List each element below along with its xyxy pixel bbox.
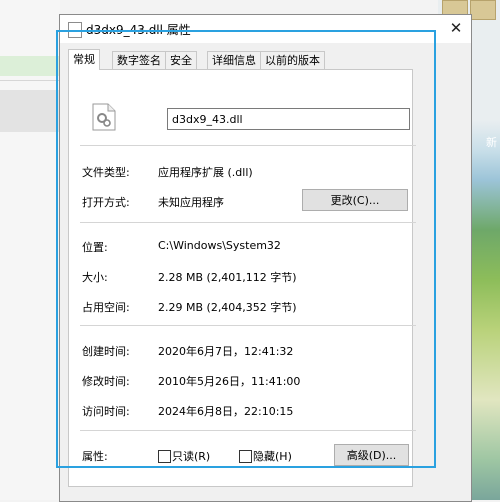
background-highlight <box>0 56 60 76</box>
tab-general[interactable]: 常规 <box>68 49 100 70</box>
window-title: d3dx9_43.dll 属性 <box>86 23 191 37</box>
file-type-value: 应用程序扩展 (.dll) <box>158 166 253 179</box>
divider <box>80 145 416 146</box>
modified-label: 修改时间: <box>82 375 130 388</box>
tab-digital-signatures[interactable]: 数字签名 <box>112 51 166 69</box>
tab-previous-versions[interactable]: 以前的版本 <box>260 51 325 69</box>
tab-security[interactable]: 安全 <box>165 51 197 69</box>
background-divider <box>0 80 60 81</box>
hidden-label[interactable]: 隐藏(H) <box>253 448 292 464</box>
accessed-label: 访问时间: <box>82 405 130 418</box>
change-button[interactable]: 更改(C)... <box>302 189 408 211</box>
divider <box>80 325 416 326</box>
file-type-label: 文件类型: <box>82 166 130 179</box>
modified-value: 2010年5月26日，11:41:00 <box>158 375 301 388</box>
location-label: 位置: <box>82 241 108 254</box>
accessed-value: 2024年6月8日，22:10:15 <box>158 405 294 418</box>
readonly-label[interactable]: 只读(R) <box>172 448 210 464</box>
size-on-disk-label: 占用空间: <box>82 301 130 314</box>
divider <box>80 430 416 431</box>
desktop-file-icon[interactable] <box>470 0 496 20</box>
advanced-button[interactable]: 高级(D)... <box>334 444 409 466</box>
desktop-icon-label: 新 <box>486 136 497 149</box>
background-selection <box>0 90 60 132</box>
dll-file-icon <box>92 103 116 131</box>
open-with-value: 未知应用程序 <box>158 196 224 209</box>
divider <box>80 222 416 223</box>
size-label: 大小: <box>82 271 108 284</box>
size-on-disk-value: 2.29 MB (2,404,352 字节) <box>158 301 297 314</box>
created-value: 2020年6月7日，12:41:32 <box>158 345 294 358</box>
background-app <box>0 0 60 500</box>
hidden-checkbox[interactable] <box>239 450 252 463</box>
file-icon <box>68 22 82 38</box>
filename-field[interactable]: d3dx9_43.dll <box>167 108 410 130</box>
general-panel: d3dx9_43.dll 文件类型: 应用程序扩展 (.dll) 打开方式: 未… <box>68 69 416 487</box>
readonly-checkbox[interactable] <box>158 450 171 463</box>
open-with-label: 打开方式: <box>82 196 130 209</box>
properties-dialog: d3dx9_43.dll 属性 ✕ 常规 数字签名 安全 详细信息 以前的版本 … <box>59 14 472 502</box>
close-button[interactable]: ✕ <box>441 15 471 43</box>
created-label: 创建时间: <box>82 345 130 358</box>
size-value: 2.28 MB (2,401,112 字节) <box>158 271 297 284</box>
title-bar[interactable]: d3dx9_43.dll 属性 ✕ <box>60 15 471 43</box>
attributes-label: 属性: <box>82 450 108 463</box>
tab-details[interactable]: 详细信息 <box>207 51 261 69</box>
location-value: C:\Windows\System32 <box>158 239 281 252</box>
